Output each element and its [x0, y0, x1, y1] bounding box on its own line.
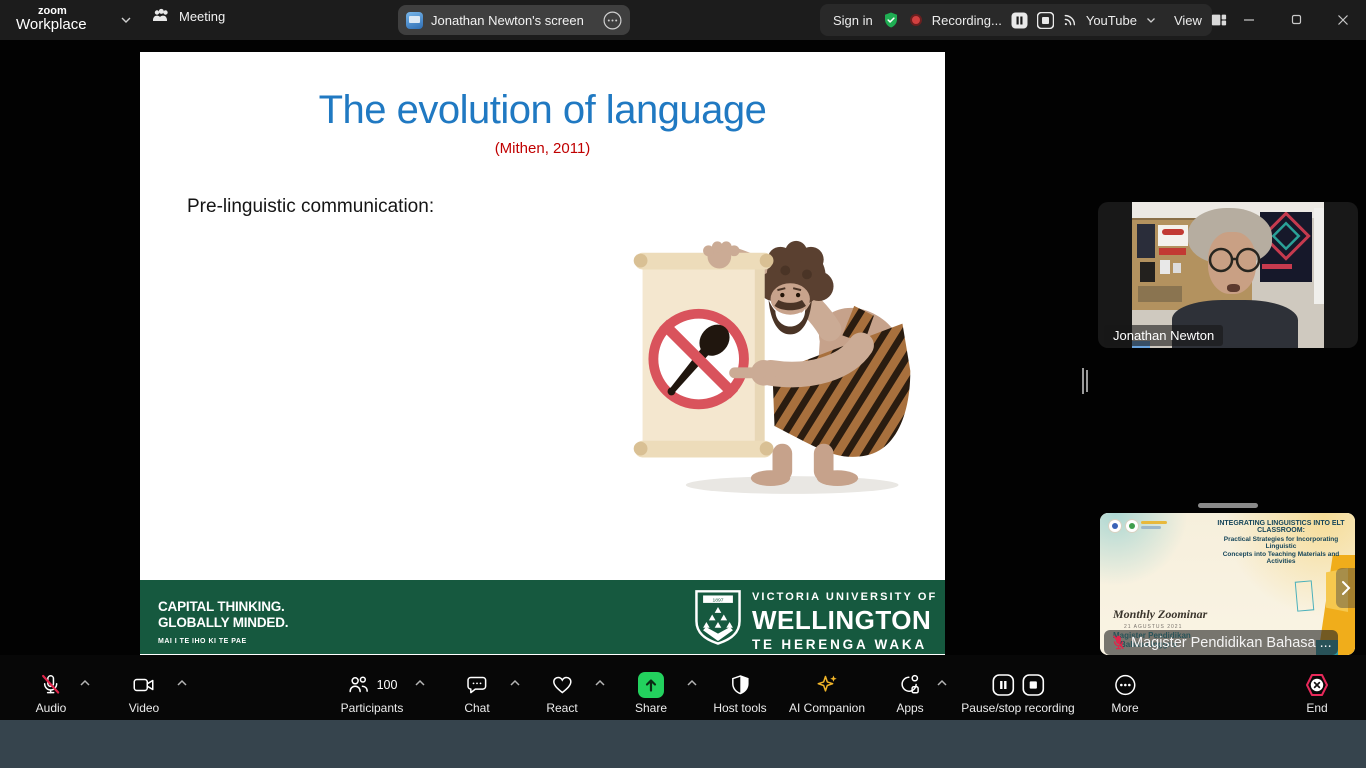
crest-year: 1897 — [712, 597, 723, 603]
meeting-people-icon — [152, 8, 171, 24]
pause-stop-recording-button[interactable]: Pause/stop recording — [961, 671, 1074, 715]
sparkle-icon — [814, 671, 840, 698]
speaker-name-label: Jonathan Newton — [1104, 325, 1223, 346]
recording-pause-button[interactable] — [1011, 12, 1028, 29]
react-button[interactable]: React — [546, 671, 577, 715]
poster-name-label: Magister Pendidikan Bahasa ... — [1104, 630, 1338, 655]
view-layout-icon[interactable] — [1211, 12, 1227, 28]
audio-options-caret[interactable] — [79, 679, 91, 687]
titlebar-status-cluster: Sign in Recording... — [820, 4, 1212, 36]
pause-recording-icon[interactable] — [991, 673, 1015, 697]
ellipsis-icon — [1113, 671, 1137, 698]
slide-body-text: Pre-linguistic communication: — [187, 196, 434, 218]
next-participant-button[interactable] — [1336, 568, 1355, 608]
participants-options-caret[interactable] — [414, 679, 426, 687]
share-screen-icon — [638, 671, 664, 698]
footer-taglines: CAPITAL THINKING. GLOBALLY MINDED. MAI I… — [158, 599, 288, 650]
speaker-video-tile[interactable]: Jonathan Newton — [1098, 202, 1358, 348]
workspace-chevron-down-icon[interactable] — [120, 16, 132, 24]
heart-icon — [550, 671, 574, 698]
windows-taskbar: 1 — [0, 720, 1366, 768]
more-button[interactable]: More — [1111, 671, 1138, 715]
meeting-tab-label: Meeting — [179, 9, 225, 24]
tab-more-options-icon[interactable] — [603, 11, 622, 30]
minimize-button[interactable] — [1227, 0, 1271, 40]
close-button[interactable] — [1321, 0, 1365, 40]
audio-button[interactable]: Audio — [36, 671, 67, 715]
participants-button[interactable]: 100 Participants — [341, 671, 404, 715]
tab-shared-screen[interactable]: Jonathan Newton's screen — [398, 5, 630, 35]
ai-companion-button[interactable]: AI Companion — [789, 671, 865, 715]
chat-bubble-icon — [465, 671, 489, 698]
poster-heading: INTEGRATING LINGUISTICS INTO ELT CLASSRO… — [1212, 520, 1350, 565]
recording-dot-icon — [909, 13, 923, 27]
workplace-label: Workplace — [16, 16, 87, 33]
slide-footer-band: CAPITAL THINKING. GLOBALLY MINDED. MAI I… — [140, 580, 945, 654]
muted-mic-icon — [1112, 635, 1125, 651]
university-crest: 1897 — [692, 588, 744, 646]
view-button[interactable]: View — [1174, 13, 1202, 28]
end-call-icon — [1304, 671, 1330, 698]
caveman-no-club-illustration — [615, 222, 930, 500]
zoom-workplace-window: zoom Workplace Meeting Jonathan Newton's… — [0, 0, 1366, 768]
stop-recording-icon[interactable] — [1021, 673, 1045, 697]
apps-options-caret[interactable] — [936, 679, 948, 687]
mic-muted-icon — [39, 671, 63, 698]
poster-video-tile[interactable]: INTEGRATING LINGUISTICS INTO ELT CLASSRO… — [1100, 513, 1355, 655]
host-shield-icon — [728, 671, 752, 698]
tab-meeting[interactable]: Meeting — [152, 8, 225, 24]
campus-wordmark — [1141, 521, 1167, 524]
poster-event-title: Monthly Zoominar — [1113, 607, 1207, 622]
chat-options-caret[interactable] — [509, 679, 521, 687]
window-title-bar: zoom Workplace Meeting Jonathan Newton's… — [0, 0, 1366, 40]
video-panel-resize-handle[interactable] — [1082, 368, 1090, 394]
shared-screen-title: Jonathan Newton's screen — [431, 13, 595, 28]
youtube-chevron-down-icon[interactable] — [1146, 17, 1156, 24]
react-options-caret[interactable] — [594, 679, 606, 687]
recording-stop-button[interactable] — [1037, 12, 1054, 29]
participants-icon — [347, 673, 371, 697]
screen-share-icon — [406, 12, 423, 29]
slide-citation: (Mithen, 2011) — [140, 140, 945, 157]
live-stream-icon — [1063, 13, 1077, 27]
apps-icon — [898, 671, 922, 698]
youtube-stream-label[interactable]: YouTube — [1086, 13, 1137, 28]
apps-button[interactable]: Apps — [896, 671, 923, 715]
slide-title: The evolution of language — [140, 88, 945, 133]
recording-status-label: Recording... — [932, 13, 1002, 28]
security-shield-icon[interactable] — [882, 11, 900, 29]
thumbnail-drag-handle[interactable] — [1198, 503, 1258, 508]
university-wordmark: VICTORIA UNIVERSITY OF WELLINGTON TE HER… — [752, 591, 937, 652]
share-button[interactable]: Share — [635, 671, 667, 715]
host-tools-button[interactable]: Host tools — [713, 671, 766, 715]
participants-count: 100 — [377, 678, 398, 692]
campus-logo — [1125, 519, 1139, 533]
end-meeting-button[interactable]: End — [1304, 671, 1330, 715]
video-options-caret[interactable] — [176, 679, 188, 687]
camera-icon — [132, 671, 156, 698]
chat-button[interactable]: Chat — [464, 671, 489, 715]
sign-in-link[interactable]: Sign in — [833, 13, 873, 28]
poster-outline-box — [1295, 580, 1315, 611]
maximize-button[interactable] — [1274, 0, 1318, 40]
meeting-control-bar: Audio Video 10 — [0, 655, 1366, 720]
presentation-slide: The evolution of language (Mithen, 2011)… — [140, 52, 945, 655]
ministry-logo — [1108, 519, 1122, 533]
video-button[interactable]: Video — [129, 671, 159, 715]
campus-wordmark-2 — [1141, 526, 1161, 529]
share-options-caret[interactable] — [686, 679, 698, 687]
